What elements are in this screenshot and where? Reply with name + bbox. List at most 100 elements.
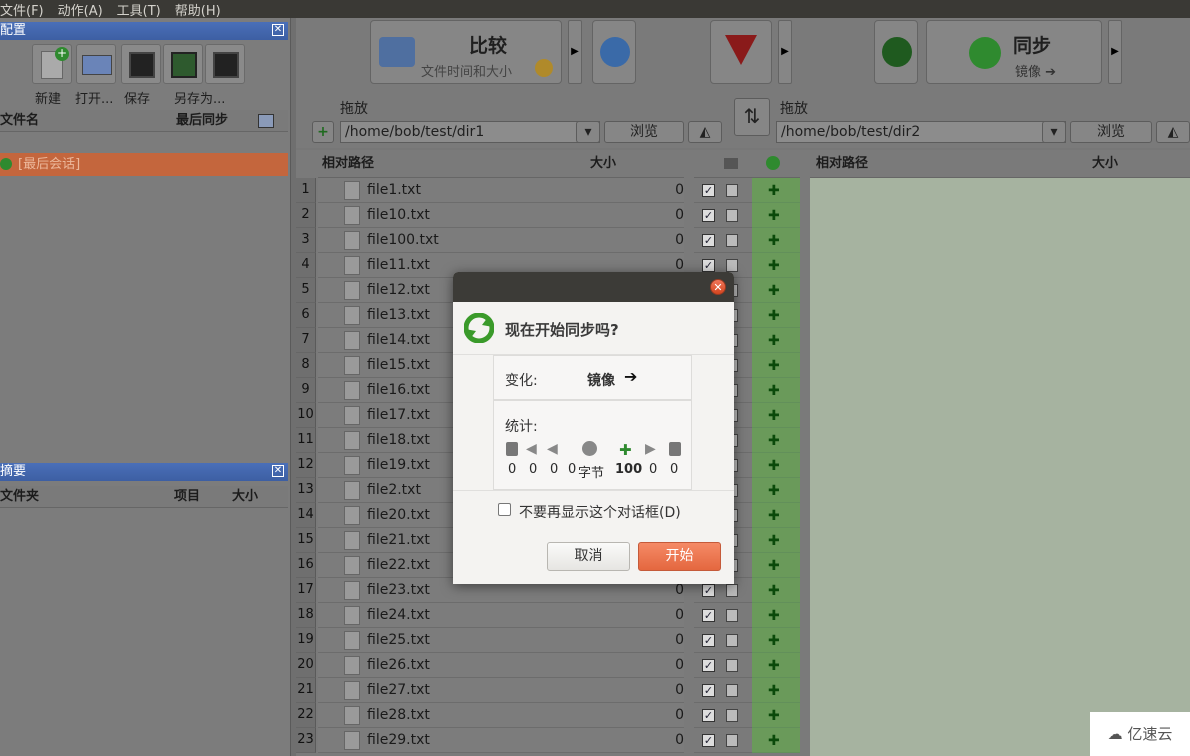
include-checkbox[interactable]: ✓ xyxy=(702,209,715,222)
file-name: file11.txt xyxy=(367,257,430,273)
sync-action-cell[interactable]: ✚ xyxy=(752,503,800,528)
include-checkbox[interactable]: ✓ xyxy=(702,184,715,197)
sync-icon xyxy=(463,312,495,344)
sync-action-cell[interactable]: ✚ xyxy=(752,328,800,353)
batch-job-button[interactable] xyxy=(205,44,245,84)
sync-action-cell[interactable]: ✚ xyxy=(752,178,800,203)
right-path-input[interactable]: /home/bob/test/dir2 xyxy=(776,121,1066,143)
left-cell[interactable]: file10.txt xyxy=(318,203,684,228)
include-checkbox[interactable]: ✓ xyxy=(702,259,715,272)
menu-tools[interactable]: 工具(T) xyxy=(117,0,161,19)
swap-sides-button[interactable]: ⇅ xyxy=(734,98,770,136)
sync-direction-icon[interactable] xyxy=(766,156,780,170)
sync-settings-button[interactable] xyxy=(874,20,918,84)
include-checkbox[interactable]: ✓ xyxy=(702,684,715,697)
right-path-dropdown[interactable]: ▾ xyxy=(1042,121,1066,143)
filter-menu-button[interactable]: ▶ xyxy=(778,20,792,84)
col-last-sync[interactable]: 最后同步 xyxy=(176,110,228,132)
col-items[interactable]: 项目 xyxy=(174,486,200,508)
left-cell[interactable]: file1.txt xyxy=(318,178,684,203)
sync-action-cell[interactable]: ✚ xyxy=(752,628,800,653)
sync-action-cell[interactable]: ✚ xyxy=(752,453,800,478)
right-cloud-button[interactable]: ◭ xyxy=(1156,121,1190,143)
left-browse-button[interactable]: 浏览 xyxy=(604,121,684,143)
include-checkbox[interactable]: ✓ xyxy=(702,609,715,622)
include-checkbox[interactable]: ✓ xyxy=(702,634,715,647)
sync-action-cell[interactable]: ✚ xyxy=(752,278,800,303)
camera-icon[interactable] xyxy=(724,158,738,169)
right-col-relative-path[interactable]: 相对路径 xyxy=(816,150,868,178)
include-checkbox[interactable]: ✓ xyxy=(702,734,715,747)
sync-menu-button[interactable]: ▶ xyxy=(1108,20,1122,84)
sync-action-cell[interactable]: ✚ xyxy=(752,203,800,228)
left-path-dropdown[interactable]: ▾ xyxy=(576,121,600,143)
add-folder-pair-button[interactable]: + xyxy=(312,121,334,143)
sync-action-cell[interactable]: ✚ xyxy=(752,403,800,428)
sync-action-cell[interactable]: ✚ xyxy=(752,253,800,278)
config-row-last-session[interactable]: [最后会话] xyxy=(0,153,288,176)
include-checkbox[interactable]: ✓ xyxy=(702,584,715,597)
summary-table-header: 文件夹 项目 大小 xyxy=(0,486,288,508)
sync-button[interactable]: 同步 镜像 ➔ xyxy=(926,20,1102,84)
dont-show-again-checkbox[interactable] xyxy=(498,503,511,516)
sync-action-cell[interactable]: ✚ xyxy=(752,353,800,378)
close-icon[interactable]: ✕ xyxy=(272,24,284,36)
list-icon[interactable] xyxy=(258,114,274,128)
config-table-header: 文件名 最后同步 xyxy=(0,110,288,132)
file-icon xyxy=(344,456,360,475)
include-checkbox[interactable]: ✓ xyxy=(702,709,715,722)
sync-action-cell[interactable]: ✚ xyxy=(752,728,800,753)
compare-menu-button[interactable]: ▶ xyxy=(568,20,582,84)
compare-button[interactable]: 比较 文件时间和大小 xyxy=(370,20,562,84)
left-path-input[interactable]: /home/bob/test/dir1 xyxy=(340,121,600,143)
include-checkbox[interactable]: ✓ xyxy=(702,234,715,247)
left-cell[interactable]: file27.txt xyxy=(318,678,684,703)
menu-file[interactable]: 文件(F) xyxy=(0,0,44,19)
col-size[interactable]: 大小 xyxy=(232,486,258,508)
col-relative-path[interactable]: 相对路径 xyxy=(322,150,374,178)
col-file-name[interactable]: 文件名 xyxy=(0,110,39,132)
left-cell[interactable]: file28.txt xyxy=(318,703,684,728)
left-cell[interactable]: file29.txt xyxy=(318,728,684,753)
save-icon xyxy=(129,52,155,78)
menu-help[interactable]: 帮助(H) xyxy=(175,0,221,19)
right-browse-button[interactable]: 浏览 xyxy=(1070,121,1152,143)
sync-action-cell[interactable]: ✚ xyxy=(752,528,800,553)
sync-action-cell[interactable]: ✚ xyxy=(752,228,800,253)
compare-settings-button[interactable] xyxy=(592,20,636,84)
open-config-button[interactable] xyxy=(76,44,116,84)
left-cell[interactable]: file24.txt xyxy=(318,603,684,628)
right-col-size[interactable]: 大小 xyxy=(1092,150,1118,178)
left-cell[interactable]: file26.txt xyxy=(318,653,684,678)
file-icon xyxy=(344,581,360,600)
sync-action-cell[interactable]: ✚ xyxy=(752,653,800,678)
close-icon[interactable]: ✕ xyxy=(272,465,284,477)
file-size: 0 xyxy=(675,207,684,223)
start-button[interactable]: 开始 xyxy=(638,542,721,571)
sync-action-cell[interactable]: ✚ xyxy=(752,378,800,403)
cloud-drive-icon: ◭ xyxy=(1167,124,1179,140)
left-cell[interactable]: file25.txt xyxy=(318,628,684,653)
sync-action-cell[interactable]: ✚ xyxy=(752,428,800,453)
new-config-button[interactable]: + xyxy=(32,44,72,84)
save-config-button[interactable] xyxy=(121,44,161,84)
include-checkbox[interactable]: ✓ xyxy=(702,659,715,672)
file-icon xyxy=(344,481,360,500)
sync-action-cell[interactable]: ✚ xyxy=(752,303,800,328)
col-size[interactable]: 大小 xyxy=(590,150,616,178)
save-as-config-button[interactable] xyxy=(163,44,203,84)
sync-action-cell[interactable]: ✚ xyxy=(752,478,800,503)
file-name: file10.txt xyxy=(367,207,430,223)
sync-action-cell[interactable]: ✚ xyxy=(752,603,800,628)
col-folder[interactable]: 文件夹 xyxy=(0,486,39,508)
left-cloud-button[interactable]: ◭ xyxy=(688,121,722,143)
sync-action-cell[interactable]: ✚ xyxy=(752,578,800,603)
sync-action-cell[interactable]: ✚ xyxy=(752,703,800,728)
cancel-button[interactable]: 取消 xyxy=(547,542,630,571)
close-icon[interactable]: ✕ xyxy=(710,279,726,295)
sync-action-cell[interactable]: ✚ xyxy=(752,678,800,703)
filter-button[interactable] xyxy=(710,20,772,84)
menu-action[interactable]: 动作(A) xyxy=(58,0,103,19)
left-cell[interactable]: file100.txt xyxy=(318,228,684,253)
sync-action-cell[interactable]: ✚ xyxy=(752,553,800,578)
